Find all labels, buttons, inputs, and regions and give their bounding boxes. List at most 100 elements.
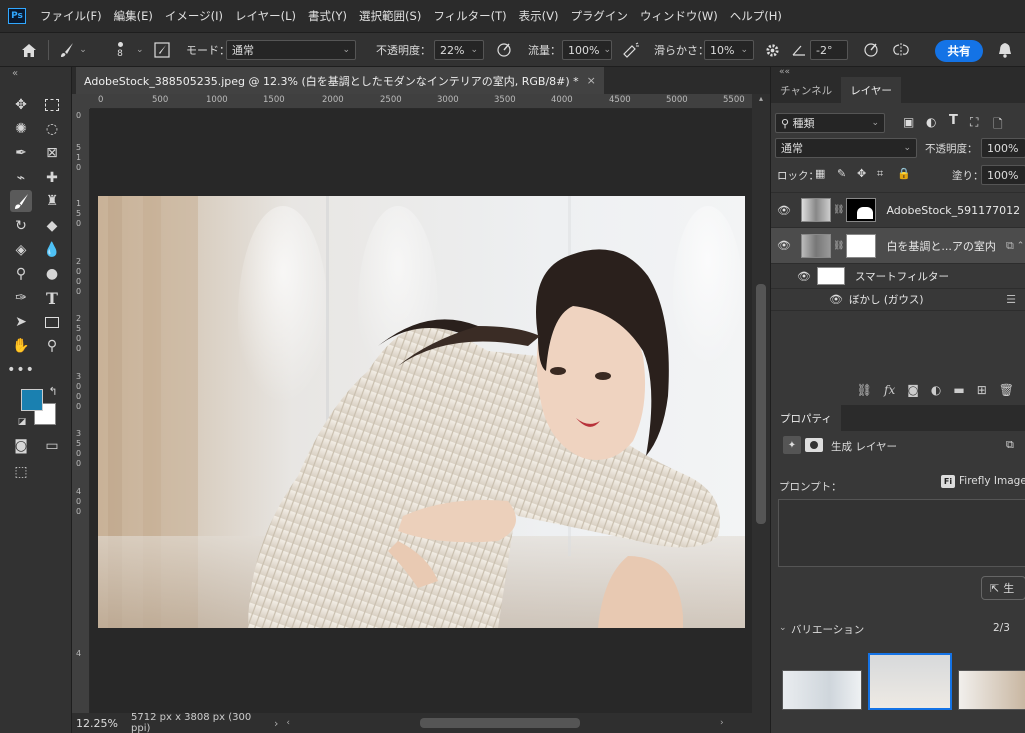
path-select-icon[interactable]: ➤: [10, 311, 32, 333]
eye-icon[interactable]: 👁: [771, 204, 797, 217]
vertical-scrollbar[interactable]: ▴: [752, 94, 770, 713]
menu-layer[interactable]: レイヤー(L): [229, 8, 302, 24]
opacity-field[interactable]: 22% ⌄: [434, 40, 484, 60]
layer-opacity-field[interactable]: 100%: [981, 138, 1025, 158]
burn-icon[interactable]: ●: [41, 263, 63, 285]
marquee-icon[interactable]: [41, 94, 63, 116]
tab-properties[interactable]: プロパティ: [771, 405, 841, 431]
variation-thumbnail-2-selected[interactable]: [868, 653, 952, 710]
default-colors-icon[interactable]: ◪: [16, 416, 28, 428]
photoshop-logo[interactable]: Ps: [8, 8, 26, 24]
panel-collapse-icon[interactable]: ««: [771, 67, 1025, 77]
lock-transparent-icon[interactable]: ▦: [815, 167, 825, 180]
add-mask-icon[interactable]: ◙: [907, 383, 919, 397]
bell-icon[interactable]: [996, 40, 1014, 60]
spot-heal-icon[interactable]: ✚: [41, 167, 63, 189]
edit-toolbar-icon[interactable]: ⬚: [10, 461, 32, 483]
layer-row-selected[interactable]: 👁 ⛓ 白を基調と...アの室内 ⧉ ⌃: [771, 228, 1025, 264]
pen-icon[interactable]: ✑: [10, 287, 32, 309]
blur-filter-row[interactable]: 👁 ぼかし (ガウス) ☰: [771, 289, 1025, 311]
angle-field[interactable]: -2°: [810, 40, 848, 60]
close-icon[interactable]: ×: [587, 74, 596, 87]
collapse-chevrons-icon[interactable]: «: [4, 67, 26, 79]
symmetry-icon[interactable]: [890, 40, 912, 60]
link-icon[interactable]: ⛓: [833, 205, 844, 215]
lock-position-icon[interactable]: ✥: [857, 167, 866, 180]
zoom-icon[interactable]: ⚲: [41, 335, 63, 357]
horizontal-scroll-thumb[interactable]: [420, 718, 581, 728]
canvas-area[interactable]: [90, 109, 752, 713]
eye-icon[interactable]: 👁: [791, 270, 817, 283]
airbrush-icon[interactable]: [620, 40, 642, 60]
pen-nib-icon[interactable]: ✒: [10, 142, 32, 164]
foreground-color-swatch[interactable]: [21, 389, 43, 411]
variation-thumbnail-1[interactable]: [782, 670, 862, 710]
tab-layers[interactable]: レイヤー: [841, 77, 901, 103]
firefly-model-label[interactable]: Firefly Image: [959, 475, 1025, 487]
eyedropper-icon[interactable]: ⌁: [10, 167, 32, 189]
link-icon[interactable]: ⛓: [833, 241, 844, 251]
filter-smart-icon[interactable]: 🗋: [993, 115, 1003, 136]
menu-help[interactable]: ヘルプ(H): [724, 8, 788, 24]
pressure-size-icon[interactable]: [860, 40, 882, 60]
scroll-right-icon[interactable]: ›: [720, 718, 724, 728]
menu-select[interactable]: 選択範囲(S): [353, 8, 427, 24]
menu-plugins[interactable]: プラグイン: [564, 8, 634, 24]
chevron-down-icon[interactable]: ⌄: [779, 623, 787, 633]
new-layer-icon[interactable]: ⊞: [977, 383, 987, 397]
brush-size-picker[interactable]: 8: [110, 36, 130, 64]
blur-icon[interactable]: 💧: [41, 239, 63, 261]
menu-filter[interactable]: フィルター(T): [427, 8, 512, 24]
filter-options-icon[interactable]: ☰: [1006, 293, 1016, 306]
adjustment-layer-icon[interactable]: ◐: [931, 383, 941, 397]
group-folder-icon[interactable]: ▬: [953, 383, 964, 397]
horizontal-ruler[interactable]: 0 500 1000 1500 2000 2500 3000 3500 4000…: [90, 94, 752, 109]
lock-artboard-icon[interactable]: ⌗: [877, 167, 883, 181]
eye-icon[interactable]: 👁: [823, 293, 849, 306]
frame-icon[interactable]: ⊠: [41, 142, 63, 164]
move-icon[interactable]: ✥: [10, 94, 32, 116]
brush-size-chevron-icon[interactable]: ⌄: [132, 40, 144, 60]
lock-brush-icon[interactable]: ✎: [837, 167, 846, 180]
layer-filter-select[interactable]: ⚲ 種類 ⌄: [775, 113, 885, 133]
generate-button[interactable]: ⇱ 生: [981, 576, 1025, 600]
quick-mask-icon[interactable]: ◙: [10, 435, 32, 457]
layer-name[interactable]: AdobeStock_591177012: [886, 204, 1020, 217]
prompt-input[interactable]: [778, 499, 1025, 567]
status-menu-arrow[interactable]: ›: [274, 717, 278, 730]
swap-colors-icon[interactable]: ↰: [46, 384, 60, 398]
screen-mode-icon[interactable]: ▭: [41, 435, 63, 457]
type-icon[interactable]: T: [41, 287, 63, 309]
fx-icon[interactable]: fx: [884, 383, 895, 397]
pressure-opacity-icon[interactable]: [494, 40, 514, 60]
document-tab[interactable]: AdobeStock_388505235.jpeg @ 12.3% (白を基調と…: [76, 67, 604, 94]
layer-row[interactable]: 👁 ⛓ AdobeStock_591177012: [771, 192, 1025, 228]
properties-options-icon[interactable]: ⧉: [1006, 438, 1014, 452]
filter-image-icon[interactable]: ▣: [903, 115, 914, 129]
smoothing-field[interactable]: 10% ⌄: [704, 40, 754, 60]
eye-icon[interactable]: 👁: [771, 239, 797, 252]
vertical-scroll-thumb[interactable]: [756, 284, 766, 524]
menu-file[interactable]: ファイル(F): [34, 8, 108, 24]
link-layers-icon[interactable]: ⛓: [857, 383, 872, 397]
stamp-icon[interactable]: ♜: [41, 190, 63, 212]
zoom-level[interactable]: 12.25%: [76, 717, 131, 730]
flow-field[interactable]: 100% ⌄: [562, 40, 612, 60]
tab-channels[interactable]: チャンネル: [771, 77, 841, 103]
dodge-icon[interactable]: ⚲: [10, 263, 32, 285]
filter-shape-icon[interactable]: ⛶: [970, 115, 978, 130]
menu-image[interactable]: イメージ(I): [159, 8, 229, 24]
filter-adjust-icon[interactable]: ◐: [926, 115, 936, 129]
trash-icon[interactable]: 🗑: [999, 383, 1014, 397]
quick-select-icon[interactable]: ✺: [10, 118, 32, 140]
home-icon[interactable]: [18, 40, 40, 60]
lasso-icon[interactable]: ◌: [41, 118, 63, 140]
brush-settings-icon[interactable]: [152, 40, 172, 60]
menu-view[interactable]: 表示(V): [513, 8, 565, 24]
scroll-up-icon[interactable]: ▴: [757, 94, 765, 106]
history-brush-icon[interactable]: ↻: [10, 215, 32, 237]
menu-window[interactable]: ウィンドウ(W): [634, 8, 724, 24]
fill-field[interactable]: 100%: [981, 165, 1025, 185]
layer-name[interactable]: 白を基調と...アの室内: [886, 238, 996, 254]
hand-icon[interactable]: ✋: [10, 335, 32, 357]
